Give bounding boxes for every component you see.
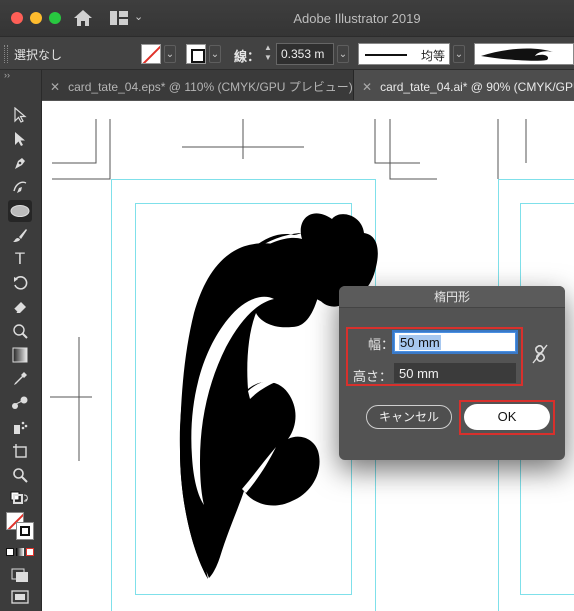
control-bar: 選択なし ⌄ ⌄ 線： ▲ ▼ 0.353 m ⌄ 均等 ⌄ — [0, 36, 574, 70]
ellipse-tool-icon[interactable] — [8, 200, 32, 222]
color-mode-buttons[interactable] — [6, 548, 36, 558]
selection-status: 選択なし — [14, 48, 63, 62]
variable-width-profile[interactable]: 均等 — [358, 43, 450, 65]
blend-tool-icon[interactable] — [8, 392, 32, 414]
close-tab-icon[interactable]: ✕ — [50, 80, 60, 94]
warp-tool-icon[interactable] — [8, 320, 32, 342]
ellipse-dialog: 楕円形 幅： 50 mm 高さ： 50 mm キャンセル OK — [339, 286, 565, 460]
height-label: 高さ： — [353, 369, 393, 384]
close-tab-icon[interactable]: ✕ — [362, 80, 372, 94]
tools-panel: ›› T — [0, 70, 42, 611]
selection-tool-icon[interactable] — [8, 104, 32, 126]
screen-mode-icon[interactable] — [8, 586, 32, 608]
width-label: 幅： — [368, 337, 395, 352]
type-tool-icon[interactable]: T — [8, 248, 32, 270]
fill-color-swatch[interactable] — [141, 44, 161, 64]
color-mode-icon[interactable] — [6, 548, 14, 556]
gradient-mode-icon[interactable] — [16, 548, 24, 556]
ok-button[interactable]: OK — [464, 404, 550, 430]
profile-chevron-icon[interactable]: ⌄ — [453, 45, 465, 63]
tab-card-tate-04-ai[interactable]: ✕ card_tate_04.ai* @ 90% (CMYK/GPU プレビュー) — [354, 70, 574, 100]
rotate-tool-icon[interactable] — [8, 272, 32, 294]
profile-label: 均等 — [421, 49, 446, 63]
title-bar: ⌄ Adobe Illustrator 2019 — [0, 0, 574, 36]
eyedropper-tool-icon[interactable] — [8, 368, 32, 390]
collapse-panel-icon[interactable]: ›› — [4, 70, 10, 80]
curvature-tool-icon[interactable] — [8, 176, 32, 198]
stroke-weight-input[interactable]: 0.353 m — [276, 43, 334, 65]
fill-dropdown-chevron-icon[interactable]: ⌄ — [164, 45, 176, 63]
profile-line-icon — [365, 54, 407, 56]
stroke-weight-spinner-icon[interactable]: ▲ ▼ — [262, 43, 274, 65]
default-colors-icon[interactable] — [8, 488, 32, 510]
panel-grip[interactable] — [4, 45, 8, 63]
dialog-title: 楕円形 — [339, 286, 565, 308]
tab-label: card_tate_04.ai* @ 90% (CMYK/GPU プレビュー) — [380, 80, 574, 94]
brush-stroke-icon — [481, 48, 553, 61]
symbol-sprayer-tool-icon[interactable] — [8, 416, 32, 438]
stroke-label[interactable]: 線： — [234, 46, 260, 65]
stroke-color-box[interactable] — [16, 522, 34, 540]
paintbrush-tool-icon[interactable] — [8, 224, 32, 246]
draw-mode-icon[interactable] — [8, 564, 32, 586]
brush-definition[interactable] — [474, 43, 574, 65]
tab-card-tate-04-eps[interactable]: ✕ card_tate_04.eps* @ 110% (CMYK/GPU プレビュ… — [42, 70, 354, 100]
constrain-proportions-icon[interactable] — [532, 344, 548, 364]
cancel-button[interactable]: キャンセル — [366, 405, 452, 429]
height-field[interactable]: 50 mm — [394, 363, 516, 383]
artboard-tool-icon[interactable] — [8, 440, 32, 462]
stroke-color-swatch[interactable] — [186, 44, 206, 64]
width-value: 50 mm — [399, 335, 441, 350]
eraser-tool-icon[interactable] — [8, 296, 32, 318]
stroke-dropdown-chevron-icon[interactable]: ⌄ — [209, 45, 221, 63]
document-tabs: ✕ card_tate_04.eps* @ 110% (CMYK/GPU プレビュ… — [42, 70, 574, 100]
tab-label: card_tate_04.eps* @ 110% (CMYK/GPU プレビュー… — [68, 80, 353, 94]
gradient-tool-icon[interactable] — [8, 344, 32, 366]
window-title: Adobe Illustrator 2019 — [293, 11, 421, 26]
fill-stroke-swatches[interactable] — [6, 512, 36, 542]
pen-tool-icon[interactable] — [8, 152, 32, 174]
direct-selection-tool-icon[interactable] — [8, 128, 32, 150]
stroke-weight-chevron-icon[interactable]: ⌄ — [337, 45, 349, 63]
zoom-tool-icon[interactable] — [8, 464, 32, 486]
none-mode-icon[interactable] — [26, 548, 34, 556]
width-field[interactable]: 50 mm — [394, 332, 516, 352]
